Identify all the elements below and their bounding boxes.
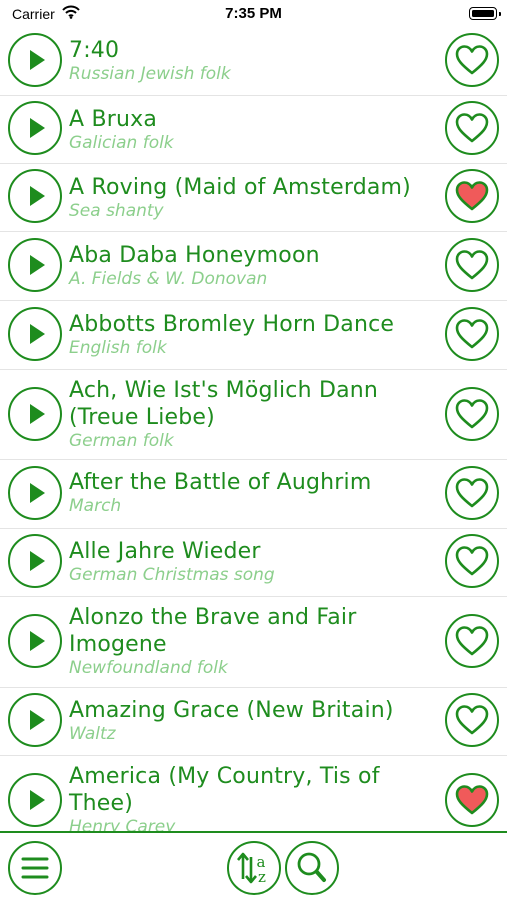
song-row[interactable]: After the Battle of Aughrim March [0,460,507,529]
song-row[interactable]: A Bruxa Galician folk [0,96,507,164]
song-title: Alle Jahre Wieder [69,539,261,564]
play-button[interactable] [8,534,62,588]
song-title: A Roving (Maid of Amsterdam) [69,175,411,200]
song-title-line: Imogene [69,632,167,657]
favorite-button[interactable] [445,307,499,361]
play-button[interactable] [8,693,62,747]
favorite-button[interactable] [445,101,499,155]
play-button[interactable] [8,169,62,223]
song-title: Amazing Grace (New Britain) [69,698,394,723]
sort-letter-z: z [258,868,266,886]
play-icon [30,404,45,424]
song-subtitle: German Christmas song [69,565,275,585]
song-row[interactable]: Abbotts Bromley Horn Dance English folk [0,301,507,370]
song-title-line: Alonzo the Brave and Fair [69,605,357,630]
heart-outline-icon [455,478,489,508]
heart-outline-icon [455,626,489,656]
song-subtitle: Russian Jewish folk [69,64,231,84]
song-subtitle: Waltz [69,724,116,744]
play-icon [30,631,45,651]
play-icon [30,551,45,571]
song-subtitle: German folk [69,431,174,451]
song-title: After the Battle of Aughrim [69,470,372,495]
play-icon [30,710,45,730]
song-title: Aba Daba Honeymoon [69,243,320,268]
song-subtitle: Newfoundland folk [69,658,228,678]
favorite-button[interactable] [445,33,499,87]
song-list[interactable]: 7:40 Russian Jewish folk A Bruxa Galicia… [0,28,507,831]
play-button[interactable] [8,466,62,520]
song-title-line: America (My Country, Tis of [69,764,380,789]
song-subtitle: Galician folk [69,133,174,153]
favorite-button[interactable] [445,693,499,747]
song-row[interactable]: America (My Country, Tis of Thee) Henry … [0,756,507,831]
play-icon [30,255,45,275]
play-button[interactable] [8,773,62,827]
heart-outline-icon [455,705,489,735]
play-icon [30,50,45,70]
menu-button[interactable] [8,841,62,895]
play-icon [30,118,45,138]
song-subtitle: English folk [69,338,167,358]
heart-outline-icon [455,250,489,280]
song-row[interactable]: Alonzo the Brave and Fair Imogene Newfou… [0,597,507,688]
song-row[interactable]: Amazing Grace (New Britain) Waltz [0,688,507,756]
song-row[interactable]: Alle Jahre Wieder German Christmas song [0,529,507,597]
battery-icon [469,7,501,20]
song-title-line: Thee) [69,791,134,816]
heart-outline-icon [455,45,489,75]
song-title: A Bruxa [69,107,158,132]
heart-outline-icon [455,546,489,576]
favorite-button[interactable] [445,387,499,441]
song-row[interactable]: Ach, Wie Ist's Möglich Dann (Treue Liebe… [0,370,507,460]
song-title-line: Ach, Wie Ist's Möglich Dann [69,378,379,403]
song-row[interactable]: A Roving (Maid of Amsterdam) Sea shanty [0,164,507,232]
song-title: Abbotts Bromley Horn Dance [69,312,395,337]
play-icon [30,324,45,344]
play-icon [30,483,45,503]
favorite-button[interactable] [445,534,499,588]
play-button[interactable] [8,614,62,668]
sort-az-icon: a z [237,852,266,886]
song-title: 7:40 [69,38,120,63]
status-bar: Carrier 7:35 PM [0,0,507,30]
song-subtitle: Sea shanty [69,201,164,221]
play-button[interactable] [8,33,62,87]
bottom-toolbar: a z [0,831,507,900]
sort-button[interactable]: a z [227,841,281,895]
heart-outline-icon [455,319,489,349]
song-row[interactable]: 7:40 Russian Jewish folk [0,28,507,96]
favorite-button[interactable] [445,773,499,827]
clock-time: 7:35 PM [225,5,282,22]
heart-filled-icon [455,785,489,815]
hamburger-menu-icon [21,857,49,879]
favorite-button[interactable] [445,238,499,292]
heart-outline-icon [455,399,489,429]
heart-filled-icon [455,181,489,211]
heart-outline-icon [455,113,489,143]
play-button[interactable] [8,387,62,441]
song-title-line: (Treue Liebe) [69,405,215,430]
play-button[interactable] [8,101,62,155]
song-subtitle: March [69,496,122,516]
song-subtitle: A. Fields & W. Donovan [69,269,268,289]
favorite-button[interactable] [445,614,499,668]
magnifier-icon [297,852,326,882]
song-row[interactable]: Aba Daba Honeymoon A. Fields & W. Donova… [0,232,507,301]
search-button[interactable] [285,841,339,895]
song-subtitle: Henry Carey [69,817,176,831]
favorite-button[interactable] [445,466,499,520]
play-button[interactable] [8,307,62,361]
favorite-button[interactable] [445,169,499,223]
play-icon [30,790,45,810]
play-icon [30,186,45,206]
play-button[interactable] [8,238,62,292]
